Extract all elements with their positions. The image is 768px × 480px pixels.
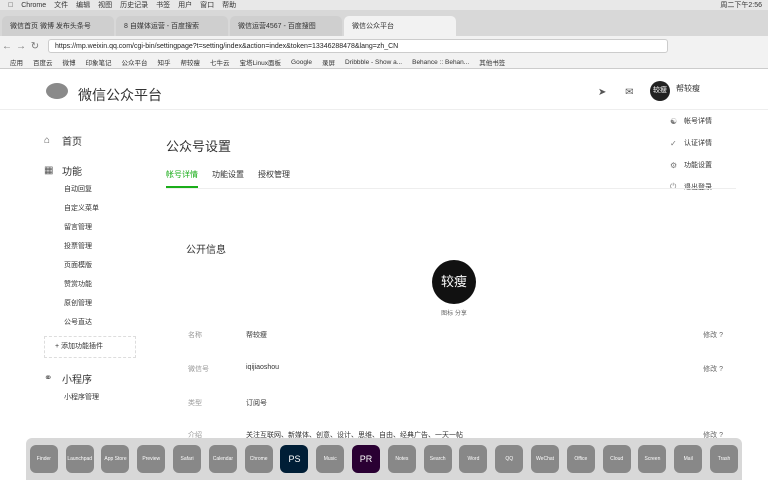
section-title: 公开信息 bbox=[186, 245, 226, 256]
send-icon[interactable]: ➤ bbox=[598, 87, 606, 98]
notes-icon[interactable]: Notes bbox=[387, 445, 416, 473]
avatar[interactable]: 较瘦 bbox=[650, 81, 670, 101]
menu-history[interactable]: 历史记录 bbox=[120, 0, 148, 10]
bookmark[interactable]: 宝塔Linux面板 bbox=[240, 57, 282, 67]
photoshop-icon[interactable]: PS bbox=[280, 445, 309, 473]
menu-window[interactable]: 窗口 bbox=[200, 0, 214, 10]
wechat-icon[interactable]: WeChat bbox=[531, 445, 560, 473]
forward-icon[interactable]: → bbox=[14, 41, 28, 52]
sidebar-item[interactable]: 赞赏功能 bbox=[44, 275, 144, 294]
bookmark-other[interactable]: 其他书签 bbox=[479, 57, 505, 67]
sidebar-item[interactable]: 公号直达 bbox=[44, 313, 144, 332]
menu-file[interactable]: 文件 bbox=[54, 0, 68, 10]
url-bar: ← → ↻ https://mp.weixin.qq.com/cgi-bin/s… bbox=[0, 36, 768, 56]
preview-icon[interactable]: Preview bbox=[137, 445, 166, 473]
bookmarks-bar: 应用 百度云 微博 印象笔记 公众平台 知乎 帮较瘦 七牛云 宝塔Linux面板… bbox=[0, 56, 768, 69]
sidebar-item[interactable]: 原创管理 bbox=[44, 294, 144, 313]
site-header: 微信公众平台 ➤ ✉ 较瘦 帮较瘦 bbox=[0, 69, 768, 110]
menu-bookmarks[interactable]: 书签 bbox=[156, 0, 170, 10]
bookmark[interactable]: 公众平台 bbox=[122, 57, 148, 67]
reload-icon[interactable]: ↻ bbox=[28, 41, 42, 52]
sidebar-item[interactable]: 自动回复 bbox=[44, 180, 144, 199]
content-tabs: 帐号详情 功能设置 授权管理 bbox=[166, 169, 736, 189]
info-row: 微信号 iqijiaoshou 修改 ? bbox=[188, 364, 723, 374]
music-icon[interactable]: Music bbox=[316, 445, 345, 473]
wechat-logo-icon[interactable] bbox=[46, 83, 68, 99]
sidebar-item[interactable]: 留言管理 bbox=[44, 218, 144, 237]
account-avatar[interactable]: 较瘦 bbox=[432, 260, 476, 304]
site-title[interactable]: 微信公众平台 bbox=[78, 85, 162, 105]
sidebar-home[interactable]: ⌂ 首页 bbox=[44, 130, 144, 150]
tab-auth[interactable]: 授权管理 bbox=[258, 169, 290, 188]
menu-view[interactable]: 视图 bbox=[98, 0, 112, 10]
word-icon[interactable]: Word bbox=[459, 445, 488, 473]
bookmark[interactable]: 印象笔记 bbox=[86, 57, 112, 67]
sidebar-item[interactable]: 小程序管理 bbox=[44, 388, 144, 407]
sidebar: ⌂ 首页 ▦ 功能 自动回复 自定义菜单 留言管理 投票管理 页面模版 赞赏功能 原… bbox=[44, 120, 144, 407]
launchpad-icon[interactable]: Launchpad bbox=[65, 445, 94, 473]
mail-app-icon[interactable]: Mail bbox=[674, 445, 703, 473]
tab-strip: 微信首页 微博 发布头条号 8 自媒体运营 - 百度搜索 微信运营4567 - … bbox=[0, 10, 768, 36]
sidebar-features[interactable]: ▦ 功能 bbox=[44, 160, 144, 180]
tab-baidu-search[interactable]: 8 自媒体运营 - 百度搜索 bbox=[116, 16, 228, 36]
safari-icon[interactable]: Safari bbox=[173, 445, 202, 473]
calendar-icon[interactable]: Calendar bbox=[208, 445, 237, 473]
menu-edit[interactable]: 编辑 bbox=[76, 0, 90, 10]
bookmark-apps[interactable]: 应用 bbox=[10, 57, 23, 67]
search-icon[interactable]: Search bbox=[423, 445, 452, 473]
bookmark[interactable]: 知乎 bbox=[158, 57, 171, 67]
tab-baidu-image[interactable]: 微信运营4567 - 百度搜图 bbox=[230, 16, 342, 36]
mail-icon[interactable]: ✉ bbox=[625, 87, 633, 98]
office-icon[interactable]: Office bbox=[566, 445, 595, 473]
dock: Finder Launchpad App Store Preview Safar… bbox=[26, 438, 742, 480]
qq-icon[interactable]: QQ bbox=[495, 445, 524, 473]
address-input[interactable]: https://mp.weixin.qq.com/cgi-bin/setting… bbox=[48, 39, 668, 53]
page-title: 公众号设置 bbox=[166, 139, 232, 154]
tab-weixin-home[interactable]: 微信首页 微博 发布头条号 bbox=[2, 16, 114, 36]
miniprogram-icon: ⚭ bbox=[44, 372, 53, 384]
tab-account[interactable]: 帐号详情 bbox=[166, 169, 198, 188]
menu-help[interactable]: 帮助 bbox=[222, 0, 236, 10]
menu-user[interactable]: 用户 bbox=[178, 0, 192, 10]
sidebar-item[interactable]: 自定义菜单 bbox=[44, 199, 144, 218]
cloud-icon[interactable]: Cloud bbox=[602, 445, 631, 473]
clock[interactable]: 周二下午2:56 bbox=[720, 0, 762, 10]
trash-icon[interactable]: Trash bbox=[710, 445, 739, 473]
tab-weixin-platform[interactable]: 微信公众平台 bbox=[344, 16, 456, 36]
grid-icon: ▦ bbox=[44, 164, 54, 176]
sidebar-item[interactable]: 投票管理 bbox=[44, 237, 144, 256]
add-plugin-button[interactable]: + 添加功能插件 bbox=[44, 336, 136, 358]
bookmark[interactable]: Google bbox=[291, 59, 312, 66]
bookmark[interactable]: Dribbble - Show a... bbox=[345, 59, 402, 66]
info-row: 名称 帮较瘦 修改 ? bbox=[188, 330, 723, 340]
bookmark[interactable]: 七牛云 bbox=[210, 57, 230, 67]
avatar-caption: 图标 分享 bbox=[441, 311, 467, 317]
main-content: 公众号设置 帐号详情 功能设置 授权管理 公开信息 较瘦 图标 分享 名称 帮较… bbox=[166, 120, 736, 439]
sidebar-item[interactable]: 页面模版 bbox=[44, 256, 144, 275]
menu-bar:  Chrome 文件 编辑 视图 历史记录 书签 用户 窗口 帮助 周二下午2… bbox=[0, 0, 768, 10]
tab-features[interactable]: 功能设置 bbox=[212, 169, 244, 188]
edit-link[interactable]: 修改 ? bbox=[703, 330, 723, 340]
screen-icon[interactable]: Screen bbox=[638, 445, 667, 473]
username[interactable]: 帮较瘦 bbox=[676, 83, 700, 94]
appstore-icon[interactable]: App Store bbox=[101, 445, 130, 473]
bookmark[interactable]: 百度云 bbox=[33, 57, 53, 67]
chrome-icon[interactable]: Chrome bbox=[244, 445, 273, 473]
premiere-icon[interactable]: PR bbox=[352, 445, 381, 473]
sidebar-miniprogram[interactable]: ⚭ 小程序 bbox=[44, 368, 144, 388]
bookmark[interactable]: 微博 bbox=[63, 57, 76, 67]
bookmark[interactable]: 帮较瘦 bbox=[181, 57, 201, 67]
apple-icon[interactable]:  bbox=[8, 2, 13, 9]
app-name[interactable]: Chrome bbox=[21, 2, 46, 9]
edit-link[interactable]: 修改 ? bbox=[703, 364, 723, 374]
bookmark[interactable]: 录屏 bbox=[322, 57, 335, 67]
bookmark[interactable]: Behance :: Behan... bbox=[412, 59, 469, 66]
info-row: 类型 订阅号 bbox=[188, 400, 267, 407]
home-icon: ⌂ bbox=[44, 134, 51, 146]
back-icon[interactable]: ← bbox=[0, 41, 14, 52]
finder-icon[interactable]: Finder bbox=[29, 445, 58, 473]
